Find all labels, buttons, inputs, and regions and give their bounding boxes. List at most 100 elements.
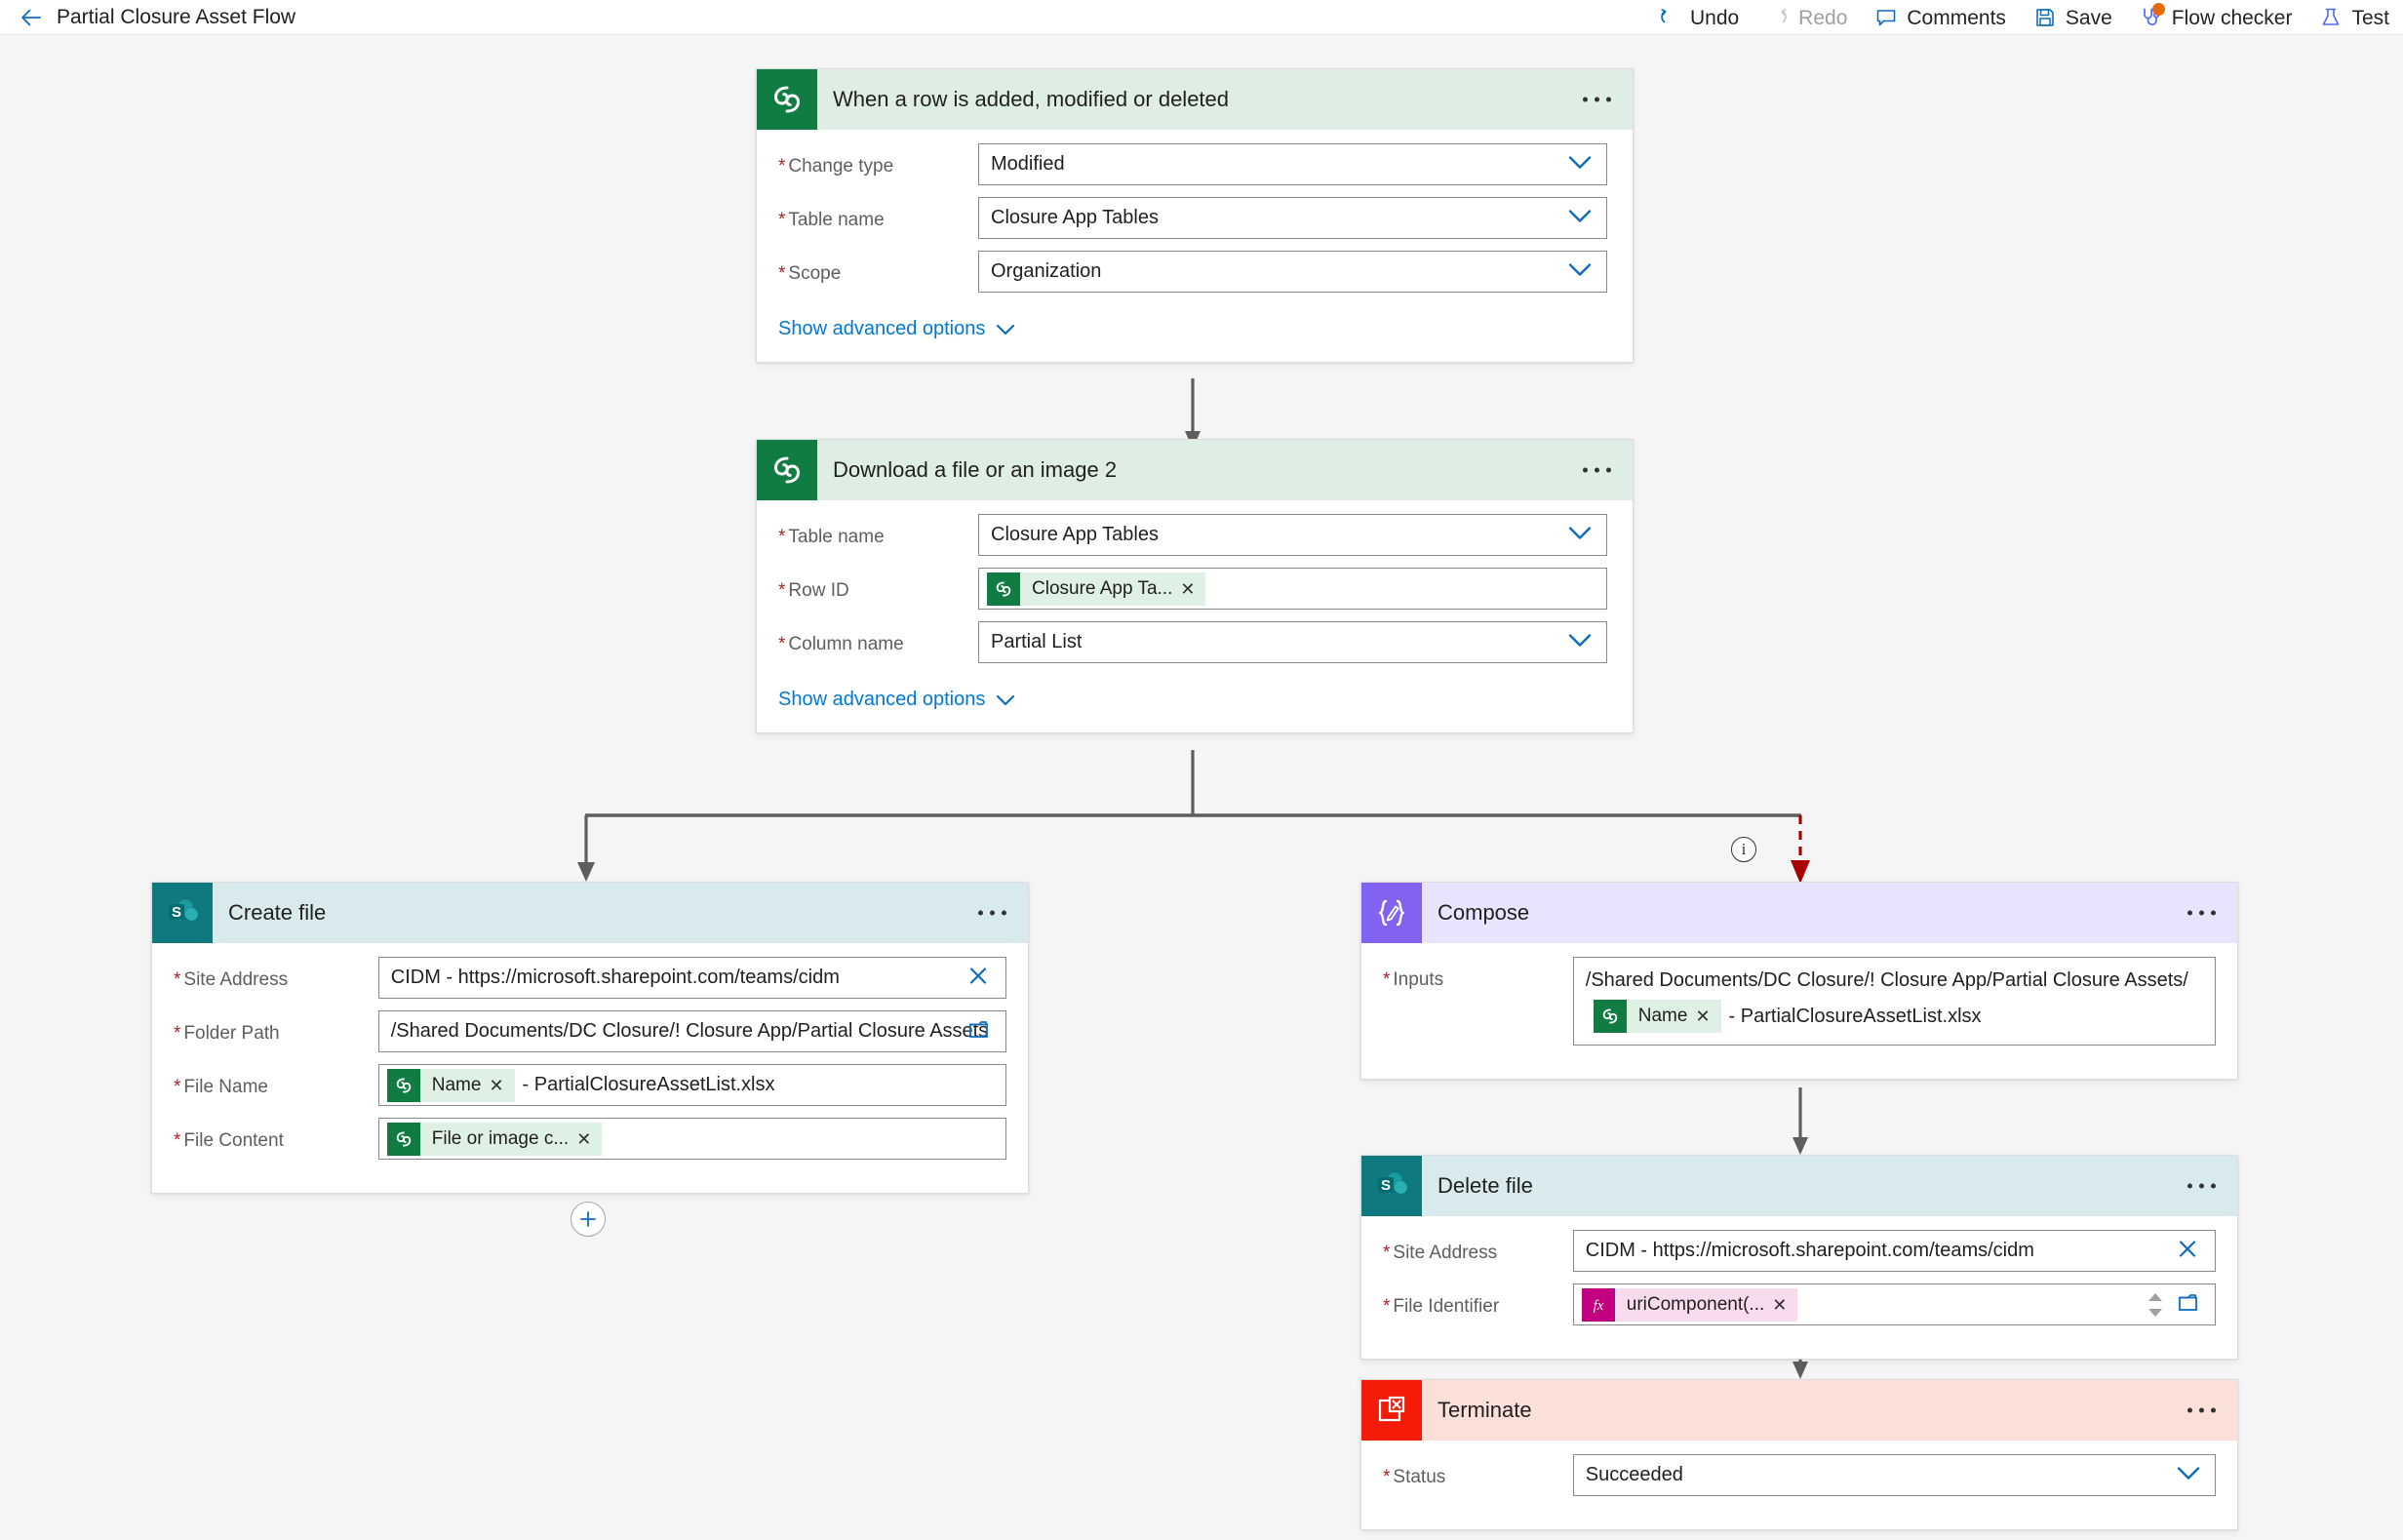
- field-row-change-type: * Change type Modified: [778, 143, 1611, 185]
- column-name-dropdown[interactable]: Partial List: [978, 621, 1607, 663]
- card-delete-file[interactable]: S Delete file * Site Address CIDM - http…: [1360, 1155, 2238, 1360]
- clear-icon[interactable]: [966, 964, 990, 992]
- remove-token-button[interactable]: ✕: [1180, 580, 1205, 598]
- remove-token-button[interactable]: ✕: [576, 1130, 602, 1148]
- file-name-input[interactable]: Name ✕ - PartialClosureAssetList.xlsx: [377, 1064, 1006, 1106]
- save-button[interactable]: Save: [2020, 0, 2126, 35]
- card-header: S Delete file: [1361, 1156, 2237, 1216]
- card-compose[interactable]: Compose * Inputs /Shared Documents/DC Cl…: [1360, 882, 2238, 1080]
- dataverse-icon: [386, 1122, 420, 1156]
- field-value: /Shared Documents/DC Closure/! Closure A…: [390, 1020, 989, 1042]
- field-value: Succeeded: [1585, 1464, 1683, 1485]
- field-row-status: * Status Succeeded: [1383, 1454, 2216, 1496]
- add-step-button[interactable]: [571, 1202, 606, 1237]
- token-label: Closure App Ta...: [1032, 577, 1173, 599]
- card-body: * Status Succeeded: [1361, 1441, 2237, 1529]
- flow-checker-label: Flow checker: [2171, 6, 2293, 29]
- show-advanced-label: Show advanced options: [778, 689, 986, 710]
- card-download-file-or-image-2[interactable]: Download a file or an image 2 * Table na…: [756, 439, 1634, 733]
- card-trigger-when-row-changed[interactable]: When a row is added, modified or deleted…: [756, 68, 1634, 363]
- compose-inputs-editor[interactable]: /Shared Documents/DC Closure/! Closure A…: [1572, 957, 2216, 1046]
- required-asterisk: *: [1383, 969, 1391, 990]
- status-dropdown[interactable]: Succeeded: [1572, 1454, 2216, 1496]
- folder-path-input[interactable]: /Shared Documents/DC Closure/! Closure A…: [377, 1010, 1006, 1052]
- remove-token-button[interactable]: ✕: [1772, 1296, 1797, 1314]
- required-asterisk: *: [778, 634, 786, 654]
- card-menu-button[interactable]: [1583, 97, 1611, 102]
- dynamic-content-token[interactable]: File or image c... ✕: [386, 1122, 603, 1156]
- card-title: Terminate: [1438, 1398, 1532, 1422]
- card-menu-button[interactable]: [2187, 910, 2216, 916]
- chevron-down-icon: [2176, 1465, 2201, 1485]
- card-header: When a row is added, modified or deleted: [757, 69, 1633, 130]
- flow-checker-button[interactable]: Flow checker: [2126, 0, 2306, 35]
- field-label: * Change type: [778, 156, 894, 177]
- folder-picker-icon[interactable]: [2178, 1291, 2201, 1318]
- sharepoint-icon: S: [1361, 1156, 1422, 1216]
- dynamic-content-token[interactable]: Name ✕: [1593, 1000, 1721, 1033]
- file-identifier-input[interactable]: fx uriComponent(... ✕: [1572, 1283, 2216, 1325]
- stethoscope-icon: [2140, 3, 2165, 29]
- flow-canvas: i When a row is added, modified or delet…: [0, 35, 2403, 1540]
- card-menu-button[interactable]: [2187, 1183, 2216, 1189]
- field-label: * Site Address: [1383, 1243, 1498, 1263]
- table-name-dropdown[interactable]: Closure App Tables: [978, 197, 1607, 239]
- card-menu-button[interactable]: [1583, 467, 1611, 473]
- folder-picker-icon[interactable]: [968, 1018, 992, 1045]
- remove-token-button[interactable]: ✕: [1695, 1007, 1720, 1025]
- row-id-input[interactable]: Closure App Ta... ✕: [978, 568, 1607, 610]
- card-body: * Site Address CIDM - https://microsoft.…: [152, 943, 1028, 1193]
- site-address-input[interactable]: CIDM - https://microsoft.sharepoint.com/…: [1572, 1230, 2216, 1272]
- chevron-down-icon: [1567, 525, 1593, 545]
- card-title: Download a file or an image 2: [833, 457, 1118, 482]
- field-label: * Table name: [778, 210, 885, 230]
- redo-icon: [1766, 6, 1790, 29]
- card-header: Compose: [1361, 883, 2237, 943]
- inputs-suffix: - PartialClosureAssetList.xlsx: [1728, 1005, 1982, 1027]
- site-address-input[interactable]: CIDM - https://microsoft.sharepoint.com/…: [377, 957, 1006, 999]
- card-create-file[interactable]: S Create file * Site Address CIDM - http…: [151, 882, 1029, 1194]
- file-name-suffix: - PartialClosureAssetList.xlsx: [522, 1074, 775, 1095]
- file-content-input[interactable]: File or image c... ✕: [377, 1118, 1006, 1160]
- test-button[interactable]: Test: [2305, 0, 2403, 35]
- back-button[interactable]: [12, 0, 51, 35]
- stepper-up-icon[interactable]: [2148, 1292, 2162, 1301]
- undo-button[interactable]: Undo: [1644, 0, 1753, 35]
- value-stepper[interactable]: [2148, 1292, 2162, 1317]
- dynamic-content-token[interactable]: Closure App Ta... ✕: [987, 572, 1206, 606]
- dataverse-icon: [757, 440, 817, 500]
- card-header: Download a file or an image 2: [757, 440, 1633, 500]
- svg-text:S: S: [1381, 1177, 1391, 1194]
- card-menu-button[interactable]: [2187, 1407, 2216, 1413]
- info-icon[interactable]: i: [1731, 837, 1756, 862]
- remove-token-button[interactable]: ✕: [489, 1077, 514, 1094]
- change-type-dropdown[interactable]: Modified: [978, 143, 1607, 185]
- inputs-line-2: Name ✕ - PartialClosureAssetList.xlsx: [1586, 1000, 1982, 1033]
- show-advanced-options-trigger[interactable]: Show advanced options: [778, 318, 1016, 340]
- required-asterisk: *: [778, 210, 786, 230]
- stepper-down-icon[interactable]: [2148, 1308, 2162, 1317]
- field-value: Organization: [991, 260, 1102, 282]
- field-row-scope: * Scope Organization: [778, 251, 1611, 293]
- dynamic-content-token[interactable]: Name ✕: [386, 1068, 515, 1102]
- redo-button[interactable]: Redo: [1753, 0, 1861, 35]
- comments-button[interactable]: Comments: [1861, 0, 2020, 35]
- clear-icon[interactable]: [2176, 1237, 2199, 1265]
- card-menu-button[interactable]: [978, 910, 1006, 916]
- show-advanced-options-download[interactable]: Show advanced options: [778, 689, 1016, 711]
- sharepoint-icon: S: [152, 883, 213, 943]
- expression-token[interactable]: fx uriComponent(... ✕: [1581, 1287, 1798, 1322]
- flask-icon: [2319, 6, 2343, 29]
- chevron-down-icon: [1567, 208, 1593, 228]
- chevron-down-icon: [1567, 154, 1593, 175]
- svg-text:S: S: [172, 904, 181, 921]
- card-terminate[interactable]: Terminate * Status Succeeded: [1360, 1379, 2238, 1530]
- save-disk-icon: [2033, 6, 2057, 29]
- required-asterisk: *: [1383, 1296, 1391, 1317]
- scope-dropdown[interactable]: Organization: [978, 251, 1607, 293]
- svg-text:fx: fx: [1593, 1298, 1603, 1314]
- dataverse-icon: [987, 572, 1020, 606]
- table-name-dropdown[interactable]: Closure App Tables: [978, 514, 1607, 556]
- required-asterisk: *: [778, 156, 786, 177]
- chevron-down-icon: [1567, 261, 1593, 282]
